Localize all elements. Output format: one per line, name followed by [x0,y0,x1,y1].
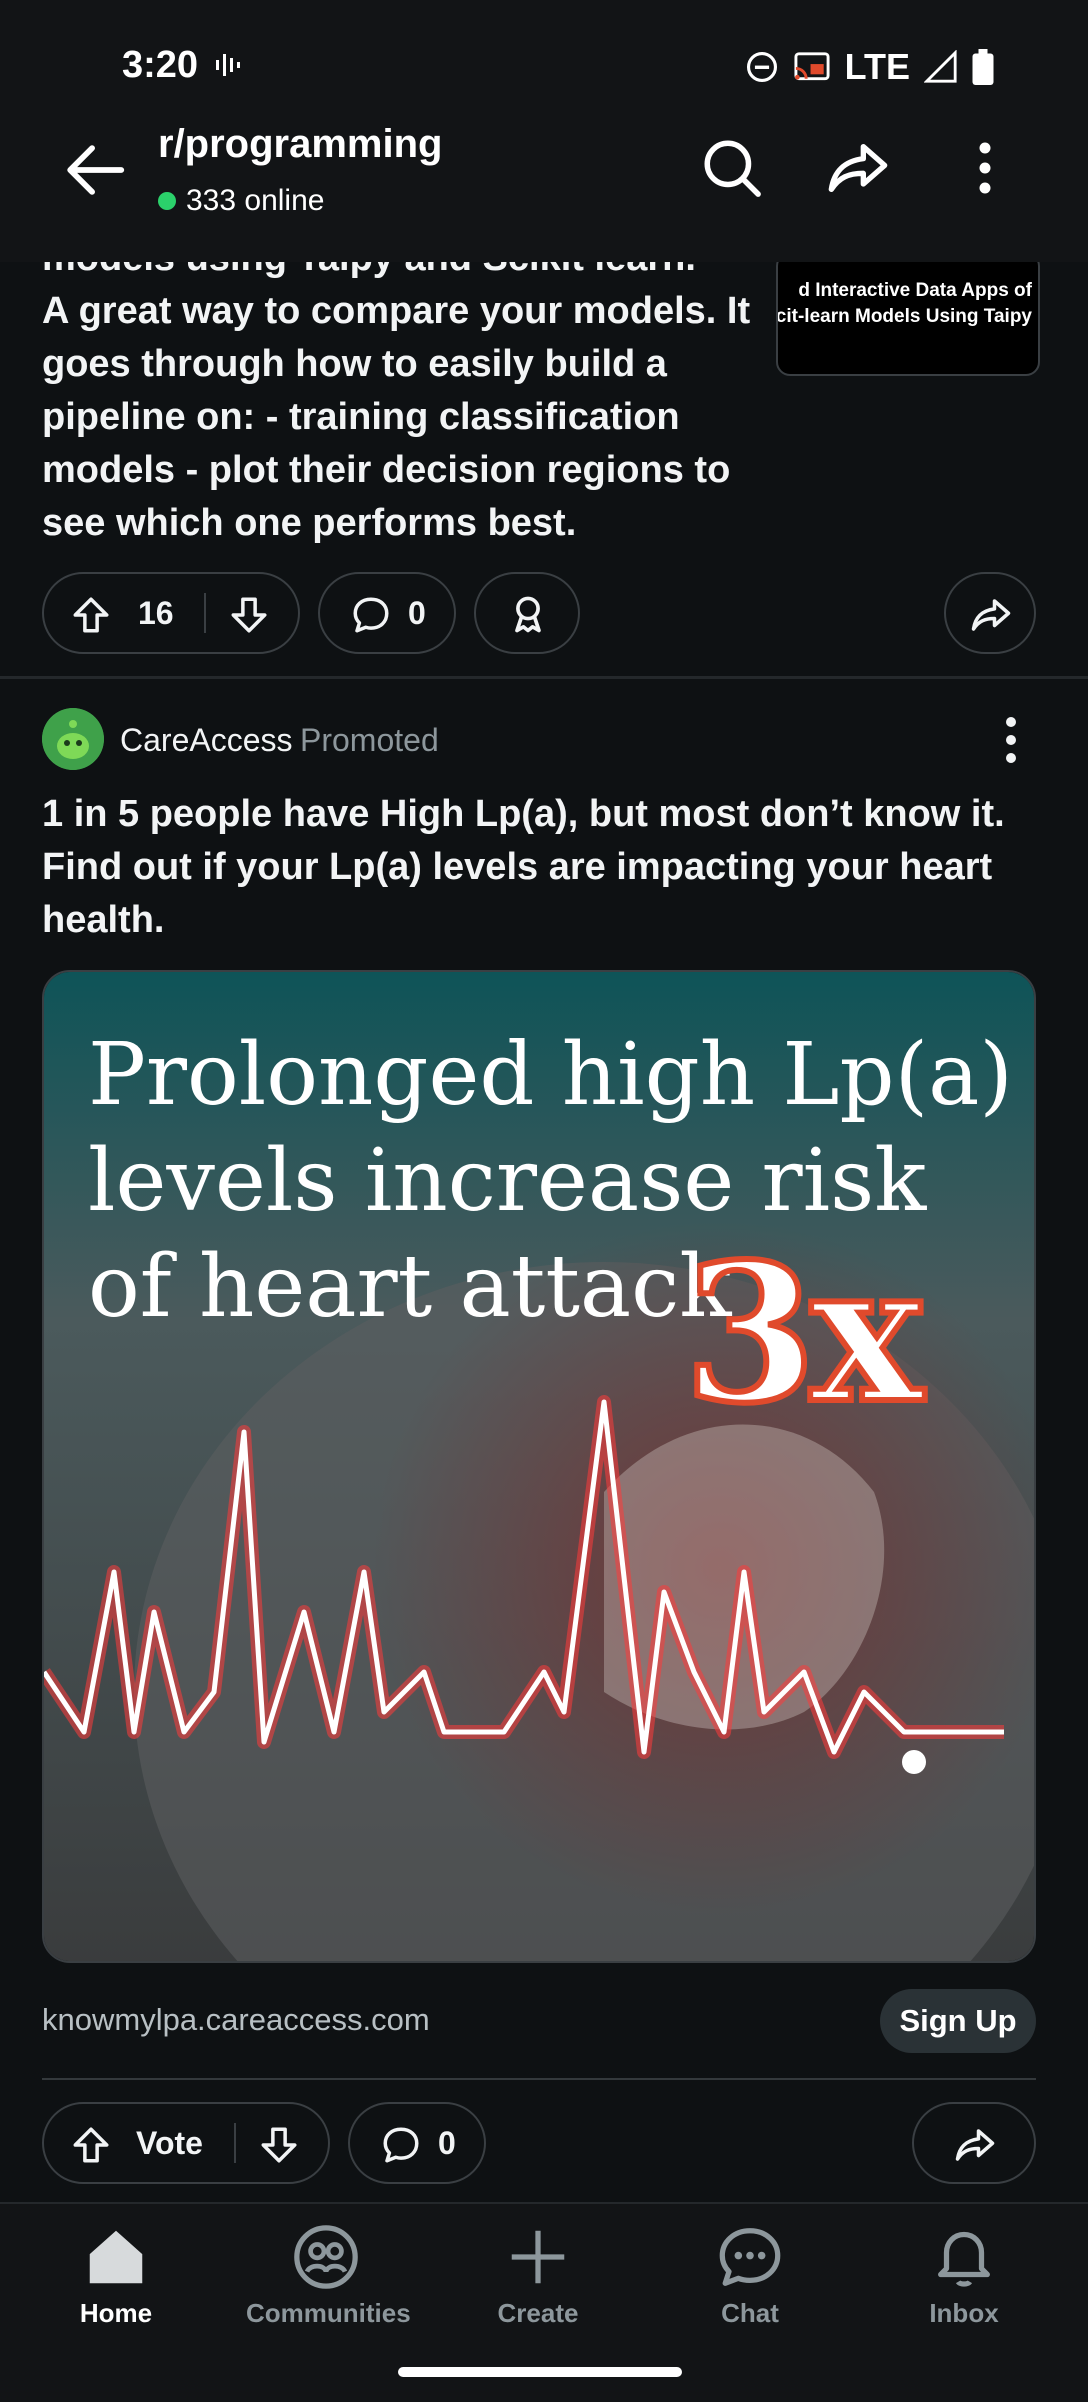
top-app-bar: 3:20 LTE r/programming 333 online [0,0,1088,262]
sign-up-button[interactable]: Sign Up [880,1989,1036,2053]
post-thumbnail[interactable]: d Interactive Data Apps of cit-learn Mod… [776,252,1040,376]
upvote-icon[interactable] [70,594,112,636]
bottom-navigation: Home Communities Create Chat Inbox [0,2202,1088,2402]
search-button[interactable] [694,130,770,206]
do-not-disturb-icon [746,51,777,83]
ad-title[interactable]: 1 in 5 people have High Lp(a), but most … [42,788,1052,947]
network-type: LTE [844,46,910,87]
share-icon [828,144,888,192]
nav-communities[interactable]: Communities [246,2222,411,2329]
ad-separator [42,2078,1036,2080]
vote-count: 16 [138,594,174,631]
comment-count: 0 [438,2124,456,2161]
thumbnail-caption-2: cit-learn Models Using Taipy [776,306,1032,327]
award-button[interactable] [474,572,580,654]
share-button[interactable] [944,572,1036,654]
post-body-line: A great way to compare your models. It g… [42,290,751,544]
communities-icon [294,2225,358,2289]
nav-label: Communities [246,2298,411,2328]
nav-inbox[interactable]: Inbox [884,2222,1044,2329]
chat-icon [719,2228,781,2286]
share-icon [955,2129,995,2161]
bell-icon [938,2231,990,2287]
advertiser-avatar[interactable] [42,708,104,770]
plus-icon [511,2230,565,2284]
cast-icon [794,52,830,81]
post-more-options-icon[interactable] [991,710,1031,770]
vote-control: 16 [42,572,300,654]
subreddit-title[interactable]: r/programming [158,122,442,167]
online-dot-icon [158,192,176,210]
downvote-icon[interactable] [258,2124,300,2166]
status-time: 3:20 [122,44,199,86]
snoo-avatar-icon [42,708,104,770]
online-count-text: 333 online [186,184,325,217]
back-arrow-icon[interactable] [60,135,130,205]
post-divider [0,676,1088,679]
comment-icon [383,2127,419,2163]
advertiser-name[interactable]: CareAccess [120,722,293,759]
ad-image-highlight: 3x [681,1219,927,1448]
post-body-text: models using Taipy and Scikit learn. A g… [42,232,762,550]
nav-label: Inbox [929,2298,999,2328]
downvote-icon[interactable] [228,594,270,636]
nav-create[interactable]: Create [458,2222,618,2329]
nav-label: Chat [721,2298,779,2328]
header-share-button[interactable] [820,130,896,206]
online-count: 333 online [158,184,324,218]
home-icon [89,2230,143,2284]
ad-domain-link[interactable]: knowmylpa.careaccess.com [42,2002,430,2038]
gesture-home-bar[interactable] [398,2367,682,2377]
nav-label: Home [79,2298,153,2328]
status-bar: 3:20 LTE [0,0,1088,130]
vote-separator [234,2123,236,2163]
nav-chat[interactable]: Chat [670,2222,830,2329]
upvote-icon[interactable] [70,2124,112,2166]
comment-count: 0 [408,594,426,631]
ad-share-button[interactable] [912,2102,1036,2184]
share-icon [971,599,1011,631]
search-icon [704,140,761,197]
signal-icon [924,50,957,83]
battery-icon [972,49,994,85]
ad-comments-button[interactable]: 0 [348,2102,486,2184]
nav-home[interactable]: Home [36,2222,196,2329]
overflow-menu-button[interactable] [947,130,1023,206]
comment-icon [353,597,389,633]
comments-button[interactable]: 0 [318,572,456,654]
sound-wave-icon [216,54,240,76]
nav-label: Create [497,2298,579,2328]
ad-image[interactable]: Prolonged high Lp(a) levels increase ris… [42,970,1036,1963]
award-icon [515,596,541,633]
vote-separator [204,593,206,633]
vote-label: Vote [136,2124,203,2161]
thumbnail-caption-1: d Interactive Data Apps of [798,280,1032,301]
more-options-icon [979,142,991,194]
ad-vote-control: Vote [42,2102,330,2184]
promoted-label: Promoted [300,722,439,758]
status-icons: LTE [745,46,994,88]
